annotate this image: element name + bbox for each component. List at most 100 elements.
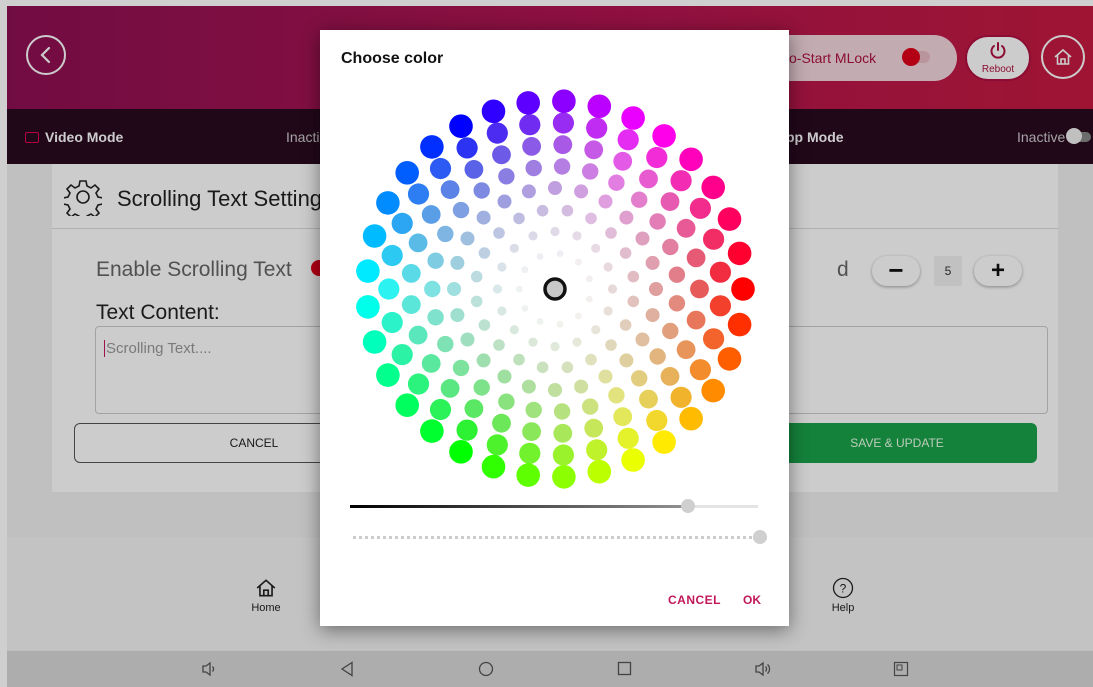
color-dot[interactable] — [521, 266, 529, 274]
color-dot[interactable] — [509, 243, 519, 253]
color-dot[interactable] — [585, 295, 593, 303]
color-dot[interactable] — [584, 418, 604, 438]
color-dot[interactable] — [561, 361, 574, 374]
color-dot[interactable] — [528, 231, 538, 241]
color-dot[interactable] — [421, 354, 441, 373]
color-dot[interactable] — [621, 448, 645, 472]
color-dot[interactable] — [553, 423, 573, 443]
color-dot[interactable] — [617, 129, 639, 151]
color-dot[interactable] — [492, 413, 511, 433]
color-dot[interactable] — [575, 258, 582, 266]
color-dot[interactable] — [619, 353, 634, 368]
color-dot[interactable] — [670, 386, 692, 408]
color-dot[interactable] — [587, 459, 612, 484]
color-dot[interactable] — [513, 353, 525, 366]
color-dot[interactable] — [619, 210, 634, 225]
color-dot[interactable] — [572, 231, 582, 241]
color-dot[interactable] — [408, 325, 428, 345]
color-dot[interactable] — [575, 312, 582, 320]
color-dot[interactable] — [522, 422, 541, 441]
color-dot[interactable] — [378, 278, 400, 300]
color-dot[interactable] — [607, 284, 618, 294]
color-dot[interactable] — [440, 180, 460, 200]
color-dot[interactable] — [717, 347, 742, 371]
color-dot[interactable] — [460, 332, 475, 347]
color-dot[interactable] — [536, 318, 544, 325]
color-dot[interactable] — [586, 439, 608, 461]
color-dot[interactable] — [497, 262, 507, 272]
color-dot[interactable] — [401, 295, 421, 314]
color-dot[interactable] — [509, 325, 519, 335]
color-dot[interactable] — [553, 403, 571, 420]
color-dot[interactable] — [420, 419, 444, 443]
color-dot[interactable] — [536, 253, 544, 260]
color-dot[interactable] — [473, 182, 490, 199]
color-dot[interactable] — [381, 244, 403, 267]
color-dot[interactable] — [427, 309, 444, 326]
color-dot[interactable] — [550, 226, 560, 237]
alpha-slider[interactable] — [353, 530, 767, 544]
color-dot[interactable] — [481, 454, 506, 479]
color-dot[interactable] — [613, 151, 633, 171]
color-dot[interactable] — [605, 227, 617, 239]
color-dot[interactable] — [456, 137, 478, 159]
color-dot[interactable] — [498, 168, 515, 185]
color-dot[interactable] — [429, 157, 452, 180]
color-dot[interactable] — [525, 401, 542, 419]
color-dot[interactable] — [519, 442, 541, 464]
color-dot[interactable] — [717, 207, 742, 231]
color-dot[interactable] — [703, 328, 725, 350]
color-dot[interactable] — [552, 112, 574, 134]
color-dot[interactable] — [481, 99, 506, 124]
color-dot[interactable] — [497, 306, 507, 316]
color-dot[interactable] — [450, 308, 465, 323]
color-dot[interactable] — [356, 295, 380, 319]
color-dot[interactable] — [582, 398, 599, 415]
color-dot[interactable] — [548, 181, 562, 195]
color-dot[interactable] — [586, 117, 608, 139]
color-dot[interactable] — [424, 280, 441, 298]
color-dot[interactable] — [639, 169, 658, 189]
color-dot[interactable] — [584, 140, 604, 160]
color-dot[interactable] — [362, 224, 387, 248]
color-dot[interactable] — [452, 359, 470, 377]
color-dot[interactable] — [619, 319, 632, 331]
color-dot[interactable] — [492, 284, 503, 294]
color-dot[interactable] — [452, 201, 470, 219]
color-dot[interactable] — [709, 295, 731, 317]
color-dot[interactable] — [470, 270, 483, 283]
color-dot[interactable] — [690, 279, 709, 299]
color-dot[interactable] — [701, 378, 725, 403]
color-dot[interactable] — [391, 212, 413, 234]
color-dot[interactable] — [550, 341, 560, 352]
color-dot[interactable] — [631, 370, 648, 387]
color-dot[interactable] — [561, 204, 574, 217]
color-dot[interactable] — [486, 434, 508, 456]
color-dot[interactable] — [662, 238, 679, 256]
color-dot[interactable] — [497, 194, 512, 209]
color-dot[interactable] — [703, 228, 725, 250]
color-dot[interactable] — [515, 285, 523, 293]
color-dot[interactable] — [528, 337, 538, 347]
color-dot[interactable] — [450, 255, 465, 270]
selected-color-indicator[interactable] — [543, 277, 567, 301]
color-dot[interactable] — [572, 337, 582, 347]
color-dot[interactable] — [521, 304, 529, 312]
color-dot[interactable] — [420, 135, 444, 159]
color-dot[interactable] — [427, 252, 444, 269]
color-dot[interactable] — [652, 124, 676, 148]
color-dot[interactable] — [440, 379, 460, 398]
color-dot[interactable] — [639, 389, 658, 409]
dialog-cancel-button[interactable]: CANCEL — [668, 593, 721, 607]
color-dot[interactable] — [513, 212, 525, 225]
color-dot[interactable] — [591, 243, 601, 253]
color-dot[interactable] — [621, 106, 645, 130]
color-dot[interactable] — [605, 339, 617, 351]
color-dot[interactable] — [709, 261, 731, 283]
dialog-ok-button[interactable]: OK — [743, 593, 761, 607]
color-dot[interactable] — [408, 233, 428, 253]
color-dot[interactable] — [391, 344, 413, 366]
color-dot[interactable] — [649, 282, 663, 296]
color-dot[interactable] — [631, 191, 648, 208]
color-dot[interactable] — [553, 158, 571, 175]
